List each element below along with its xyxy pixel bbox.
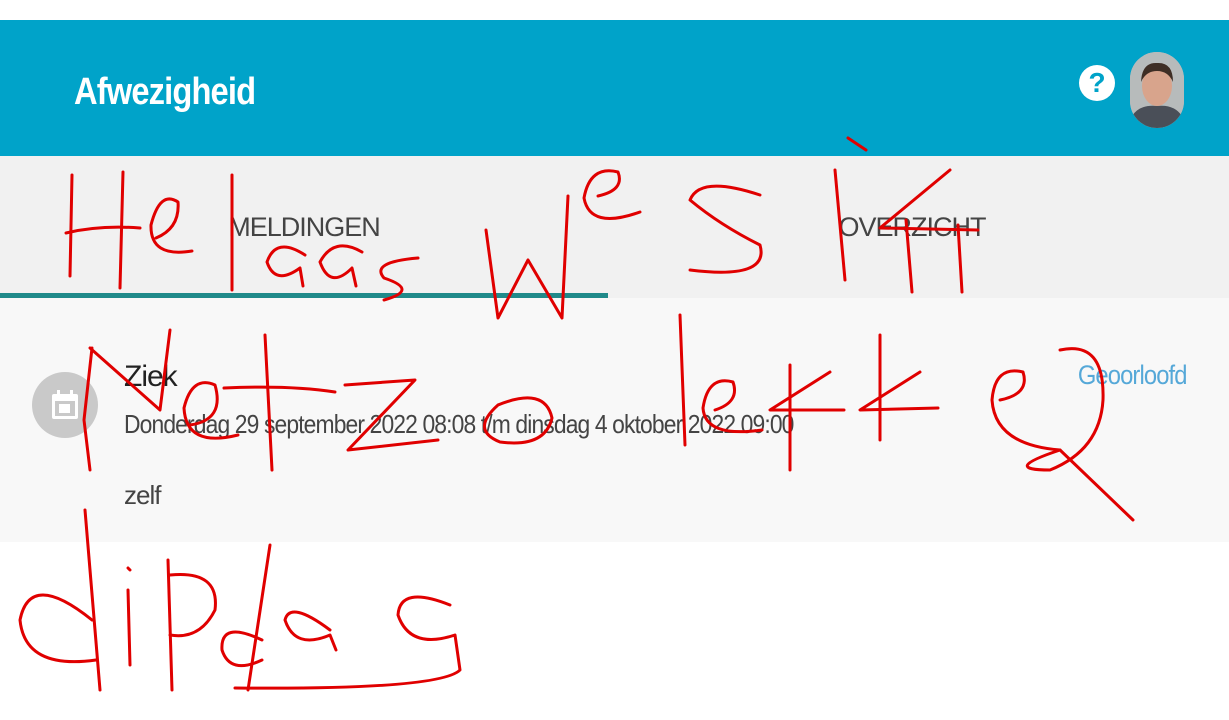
- status-badge: Geoorloofd: [1078, 360, 1188, 390]
- melding-type: Ziek: [124, 360, 178, 393]
- page-title: Afwezigheid: [74, 71, 256, 113]
- avatar[interactable]: [1130, 52, 1184, 128]
- app-header: Afwezigheid ?: [0, 20, 1229, 156]
- tab-meldingen[interactable]: MELDINGEN: [0, 156, 608, 298]
- melding-list-item[interactable]: Ziek Donderdag 29 september 2022 08:08 t…: [0, 298, 1229, 542]
- user-photo-icon: [1130, 52, 1184, 128]
- melding-reported-by: zelf: [124, 480, 161, 510]
- tab-bar: MELDINGEN OVERZICHT: [0, 156, 1229, 298]
- calendar-icon: [32, 372, 98, 438]
- tab-overzicht[interactable]: OVERZICHT: [608, 156, 1216, 298]
- help-button[interactable]: ?: [1079, 65, 1115, 101]
- melding-dates: Donderdag 29 september 2022 08:08 t/m di…: [124, 409, 794, 439]
